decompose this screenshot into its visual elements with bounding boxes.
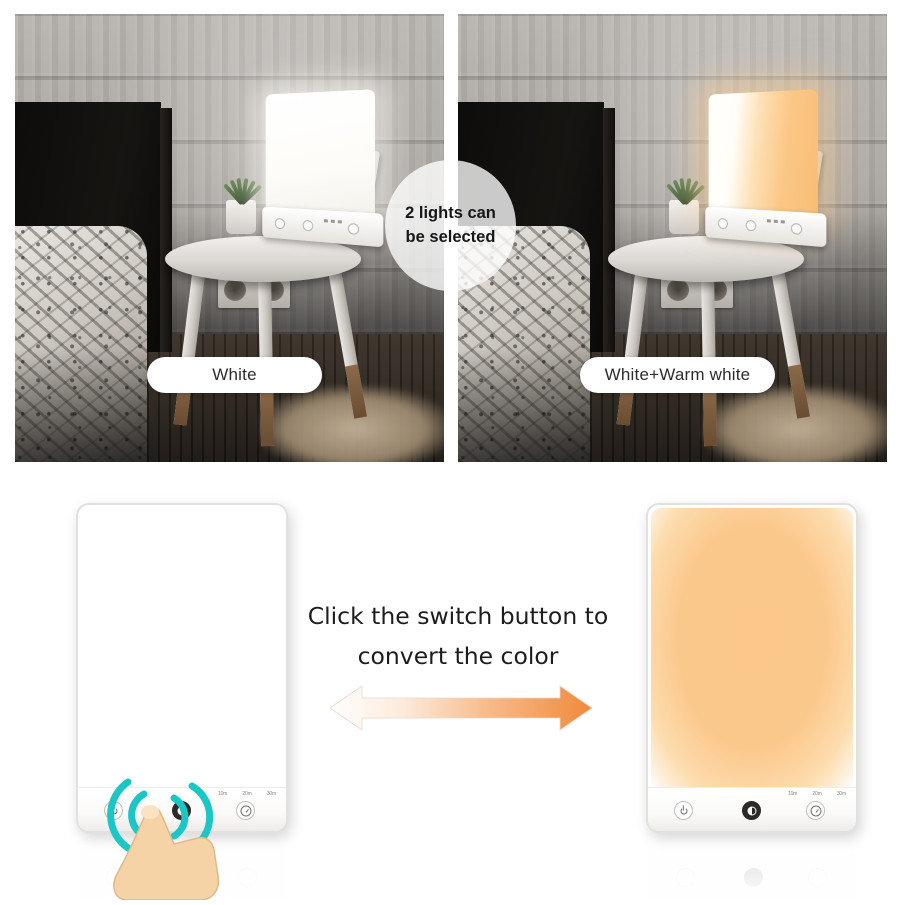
timer-tick: 30m bbox=[266, 791, 276, 797]
timer-tick: 20m bbox=[812, 791, 822, 797]
timer-dial-icon bbox=[347, 222, 360, 235]
caption-label: White bbox=[212, 365, 257, 384]
power-icon bbox=[680, 807, 687, 814]
timer-tick-labels: 10m 20m 30m bbox=[788, 791, 846, 797]
photo-lamp-white bbox=[262, 89, 394, 248]
badge-2-lights-selectable: 2 lights can be selected bbox=[385, 160, 516, 291]
succulent-plant bbox=[221, 160, 263, 206]
brightness-moon-icon bbox=[745, 219, 757, 232]
brightness-moon-icon bbox=[302, 219, 314, 232]
power-button[interactable] bbox=[674, 801, 693, 820]
timer-ticks bbox=[766, 219, 785, 224]
timer-button[interactable] bbox=[806, 801, 825, 820]
caption-label: White+Warm white bbox=[604, 365, 751, 384]
plant-pot bbox=[669, 200, 699, 234]
power-icon bbox=[676, 868, 695, 887]
lamp-body: 10m 20m 30m bbox=[646, 503, 858, 833]
power-icon bbox=[717, 217, 728, 230]
timer-tick: 30m bbox=[836, 791, 846, 797]
patterned-bedding bbox=[15, 226, 147, 462]
timer-dial-icon bbox=[810, 805, 821, 816]
brightness-moon-icon bbox=[744, 868, 763, 887]
double-arrow-icon bbox=[329, 684, 593, 732]
photo-right-warm-white bbox=[458, 14, 887, 462]
timer-tick: 10m bbox=[788, 791, 798, 797]
brightness-moon-icon bbox=[747, 806, 756, 815]
timer-dial-icon bbox=[808, 868, 827, 887]
product-lamp-warm-white: 10m 20m 30m bbox=[646, 503, 858, 901]
instruction-line-2: convert the color bbox=[357, 642, 559, 671]
succulent-plant bbox=[664, 160, 706, 206]
badge-line-1: 2 lights can bbox=[405, 203, 496, 222]
lamp-light-panel bbox=[651, 508, 853, 789]
caption-pill-white: White bbox=[147, 357, 322, 393]
lamp-control-strip: 10m 20m 30m bbox=[648, 787, 856, 831]
lamp-control-base bbox=[705, 206, 827, 248]
timer-ticks bbox=[323, 219, 342, 224]
lamp-light-panel bbox=[81, 508, 283, 789]
instruction-line-1: Click the switch button to bbox=[307, 602, 609, 630]
brightness-button[interactable] bbox=[742, 801, 761, 820]
lamp-light-panel bbox=[708, 89, 818, 221]
lamp-control-base bbox=[262, 206, 384, 248]
badge-line-2: be selected bbox=[405, 227, 496, 246]
plant-pot bbox=[226, 200, 256, 234]
instruction-text: Click the switch button to convert the c… bbox=[300, 596, 616, 677]
tap-gesture-group bbox=[88, 772, 258, 901]
power-icon bbox=[274, 217, 285, 230]
lamp-light-panel bbox=[265, 89, 375, 221]
caption-pill-white-warm-white: White+Warm white bbox=[580, 357, 775, 393]
timer-dial-icon bbox=[790, 222, 803, 235]
photo-left-white bbox=[15, 14, 444, 462]
lamp-reflection bbox=[650, 837, 854, 901]
photo-lamp-warm-white bbox=[705, 89, 837, 248]
